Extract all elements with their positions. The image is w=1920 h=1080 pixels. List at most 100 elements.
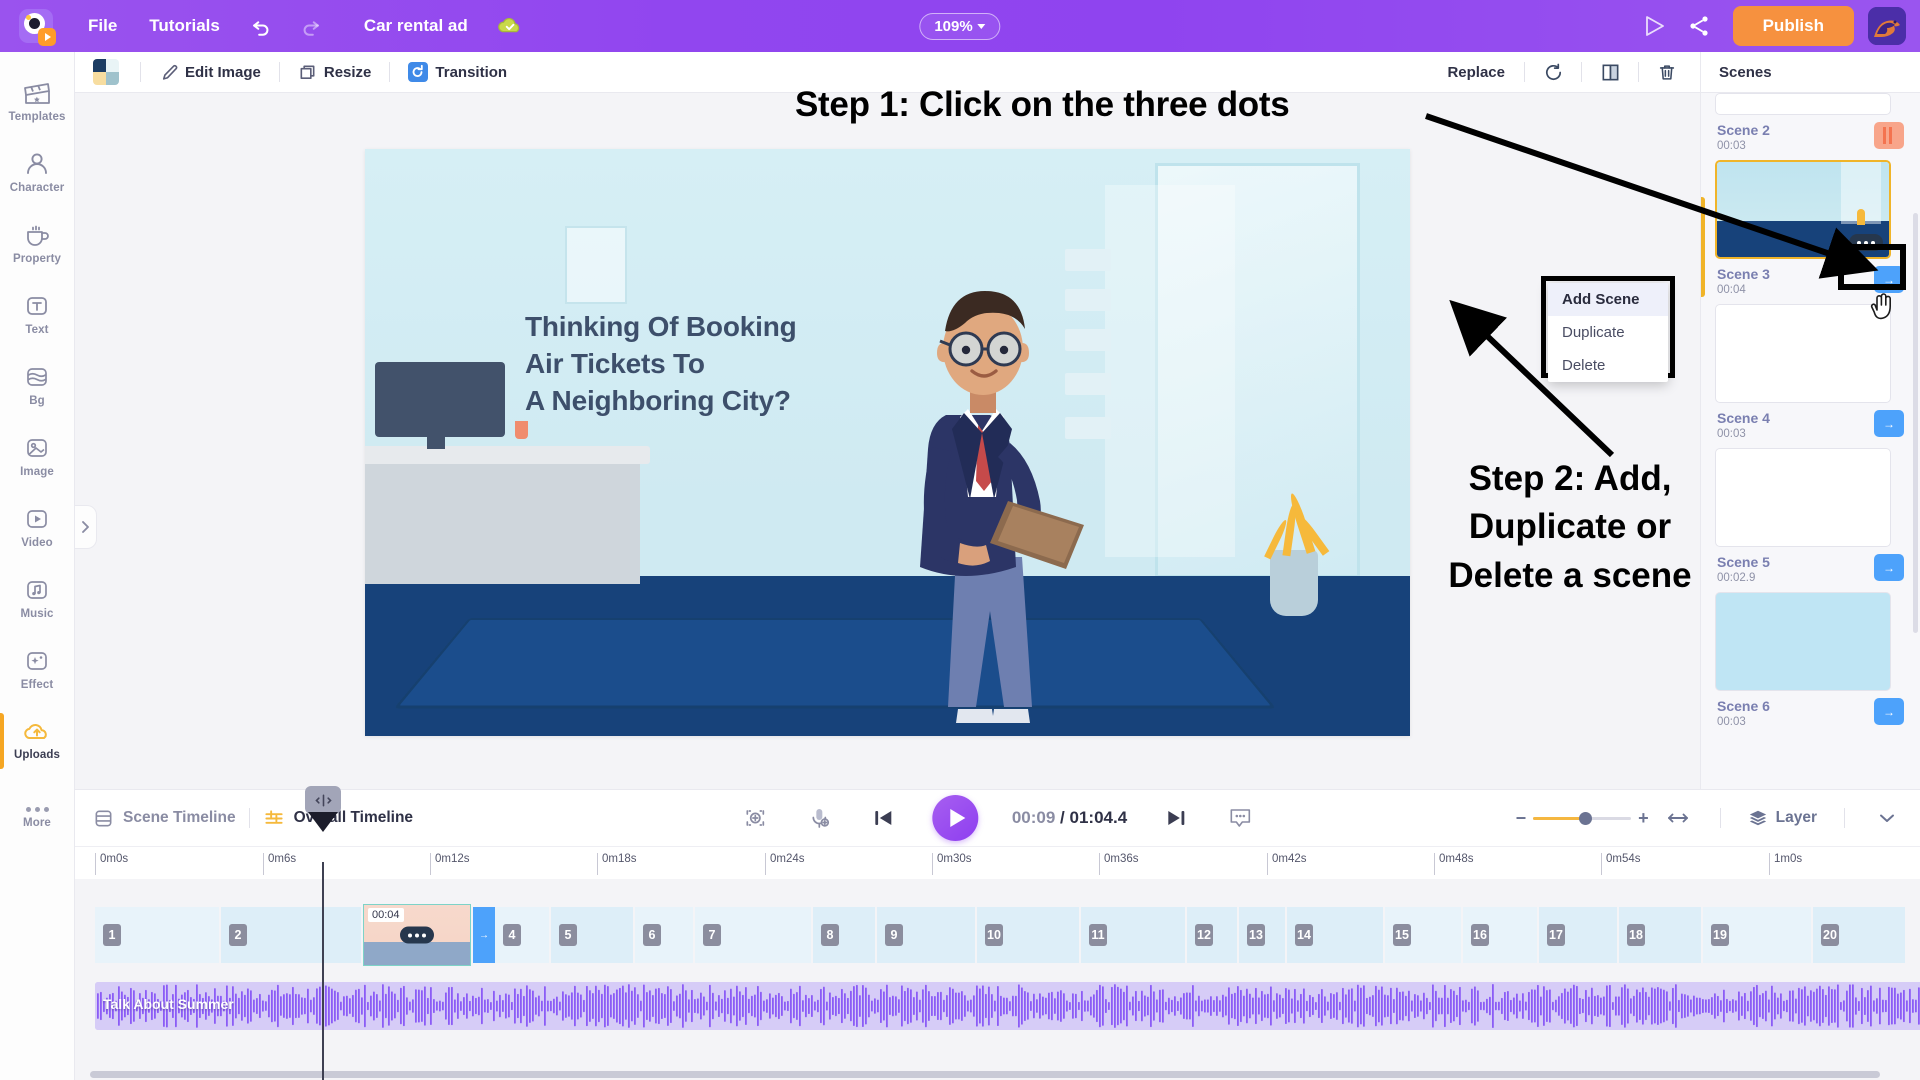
reset-rotate-icon[interactable] xyxy=(1538,58,1568,86)
scene-three-dots-button[interactable] xyxy=(1849,234,1883,251)
preview-play-icon[interactable] xyxy=(1635,6,1675,46)
timeline-clip[interactable]: 2 xyxy=(221,907,361,963)
focus-target-icon[interactable] xyxy=(740,804,770,832)
timeline-clip[interactable]: 20 xyxy=(1813,907,1905,963)
chevron-down-icon xyxy=(977,23,986,29)
scene-thumbnail-partial[interactable] xyxy=(1715,93,1891,115)
sidebar-item-image[interactable]: Image xyxy=(0,421,75,492)
scene-transition-button[interactable]: → xyxy=(1874,554,1904,581)
project-title[interactable]: Car rental ad xyxy=(336,16,482,36)
zoom-slider-knob[interactable] xyxy=(1579,811,1593,825)
timeline-zoom-slider[interactable]: − + xyxy=(1516,808,1649,829)
timeline-clip[interactable]: 19 xyxy=(1703,907,1811,963)
sidebar-item-text[interactable]: Text xyxy=(0,279,75,350)
context-menu-add-scene[interactable]: Add Scene xyxy=(1548,283,1668,316)
sidebar-item-character[interactable]: Character xyxy=(0,137,75,208)
timeline-clip[interactable]: 7 xyxy=(695,907,811,963)
clip-transition-chip[interactable]: → xyxy=(473,907,495,963)
zoom-slider-track[interactable] xyxy=(1533,811,1632,825)
slide-character[interactable] xyxy=(860,257,1120,736)
timeline-clip[interactable]: 8 xyxy=(813,907,875,963)
menu-tutorials[interactable]: Tutorials xyxy=(133,16,236,36)
timeline-clip[interactable]: 5 xyxy=(551,907,633,963)
user-avatar[interactable] xyxy=(1868,7,1906,45)
sidebar-item-property[interactable]: Property xyxy=(0,208,75,279)
zoom-in-button[interactable]: + xyxy=(1638,808,1649,829)
overall-timeline-icon xyxy=(264,809,283,824)
zoom-level-selector[interactable]: 109% xyxy=(919,12,1001,40)
menu-file[interactable]: File xyxy=(72,16,133,36)
microphone-add-icon[interactable] xyxy=(804,804,834,832)
zoom-out-button[interactable]: − xyxy=(1516,808,1527,829)
scene-context-menu[interactable]: Add Scene Duplicate Delete xyxy=(1548,283,1668,382)
replace-button[interactable]: Replace xyxy=(1441,64,1511,81)
scene-transition-button[interactable]: → xyxy=(1874,698,1904,725)
slide-headline-line: A Neighboring City? xyxy=(525,384,791,416)
play-button[interactable] xyxy=(931,795,978,841)
timeline-clip[interactable]: 13 xyxy=(1239,907,1285,963)
scene-clip-track[interactable]: 1 2 00:04 → 4 5 6 7 8 9 10 11 12 13 14 1… xyxy=(95,904,1905,966)
undo-icon[interactable] xyxy=(236,15,286,37)
sidebar-item-uploads[interactable]: Uploads xyxy=(0,705,75,776)
timeline-clip[interactable]: 4 xyxy=(495,907,549,963)
timeline-clip[interactable]: 12 xyxy=(1187,907,1237,963)
slide-canvas[interactable]: Thinking Of Booking Air Tickets To A Nei… xyxy=(365,149,1410,736)
audio-track-clip[interactable]: Talk About Summer xyxy=(95,982,1920,1030)
scenes-list[interactable]: Scene 2 00:03 Scene 3 00:04 → Scene 4 00… xyxy=(1701,93,1920,789)
app-logo[interactable] xyxy=(0,9,72,46)
scene-transition-button[interactable] xyxy=(1874,122,1904,149)
timeline-clip[interactable]: 6 xyxy=(635,907,693,963)
ruler-tick: 0m12s xyxy=(430,853,470,875)
sidebar-item-more[interactable]: More xyxy=(0,782,75,853)
scene-thumbnail[interactable] xyxy=(1715,304,1891,403)
fit-width-icon[interactable] xyxy=(1663,804,1693,832)
timeline-clip[interactable]: 10 xyxy=(977,907,1079,963)
sidebar-item-video[interactable]: Video xyxy=(0,492,75,563)
timeline-clip-selected[interactable]: 00:04 xyxy=(363,904,471,966)
layer-button[interactable]: Layer xyxy=(1748,808,1817,828)
scene-thumbnail[interactable] xyxy=(1715,592,1891,691)
edit-image-button[interactable]: Edit Image xyxy=(154,63,266,82)
scene-transition-button[interactable]: → xyxy=(1874,410,1904,437)
timeline-clip[interactable]: 18 xyxy=(1619,907,1701,963)
timeline-horizontal-scrollbar[interactable] xyxy=(90,1071,1880,1078)
sidebar-item-music[interactable]: Music xyxy=(0,563,75,634)
chevron-down-icon[interactable] xyxy=(1872,804,1902,832)
clip-number: 17 xyxy=(1547,924,1565,946)
timeline-clip[interactable]: 14 xyxy=(1287,907,1383,963)
skip-previous-icon[interactable] xyxy=(868,804,898,832)
timeline-clip[interactable]: 11 xyxy=(1081,907,1185,963)
subtitle-bubble-icon[interactable] xyxy=(1225,804,1255,832)
timeline-clip[interactable]: 9 xyxy=(877,907,975,963)
trash-icon[interactable] xyxy=(1652,58,1682,86)
timeline-clip[interactable]: 1 xyxy=(95,907,219,963)
publish-button[interactable]: Publish xyxy=(1732,6,1854,46)
scene-thumbnail-selected[interactable] xyxy=(1715,160,1891,259)
context-menu-delete[interactable]: Delete xyxy=(1548,349,1668,382)
context-menu-duplicate[interactable]: Duplicate xyxy=(1548,316,1668,349)
share-icon[interactable] xyxy=(1679,6,1719,46)
redo-icon[interactable] xyxy=(286,15,336,37)
timeline-clip[interactable]: 16 xyxy=(1463,907,1537,963)
scenes-scrollbar[interactable] xyxy=(1913,213,1918,633)
sidebar-expand-toggle[interactable] xyxy=(75,505,97,549)
clip-three-dots-button[interactable] xyxy=(400,926,434,944)
sidebar-item-templates[interactable]: Templates xyxy=(0,66,75,137)
timeline-clip[interactable]: 15 xyxy=(1385,907,1461,963)
scene-transition-button[interactable]: → xyxy=(1874,266,1904,293)
transition-button[interactable]: Transition xyxy=(403,62,512,82)
transition-icon xyxy=(408,62,429,82)
slide-headline[interactable]: Thinking Of Booking Air Tickets To A Nei… xyxy=(525,309,865,420)
sidebar-item-effect[interactable]: Effect xyxy=(0,634,75,705)
slide-monitor-stand xyxy=(427,437,445,449)
divider xyxy=(1524,62,1525,82)
playhead-handle[interactable] xyxy=(305,786,341,814)
timeline-ruler[interactable]: 0m0s 0m6s 0m12s 0m18s 0m24s 0m30s 0m36s … xyxy=(75,847,1920,879)
timeline-clip[interactable]: 17 xyxy=(1539,907,1617,963)
skip-next-icon[interactable] xyxy=(1161,804,1191,832)
resize-button[interactable]: Resize xyxy=(293,63,377,82)
scene-thumbnail[interactable] xyxy=(1715,448,1891,547)
sidebar-item-bg[interactable]: Bg xyxy=(0,350,75,421)
flip-icon[interactable] xyxy=(1595,58,1625,86)
tab-scene-timeline[interactable]: Scene Timeline xyxy=(93,808,236,829)
